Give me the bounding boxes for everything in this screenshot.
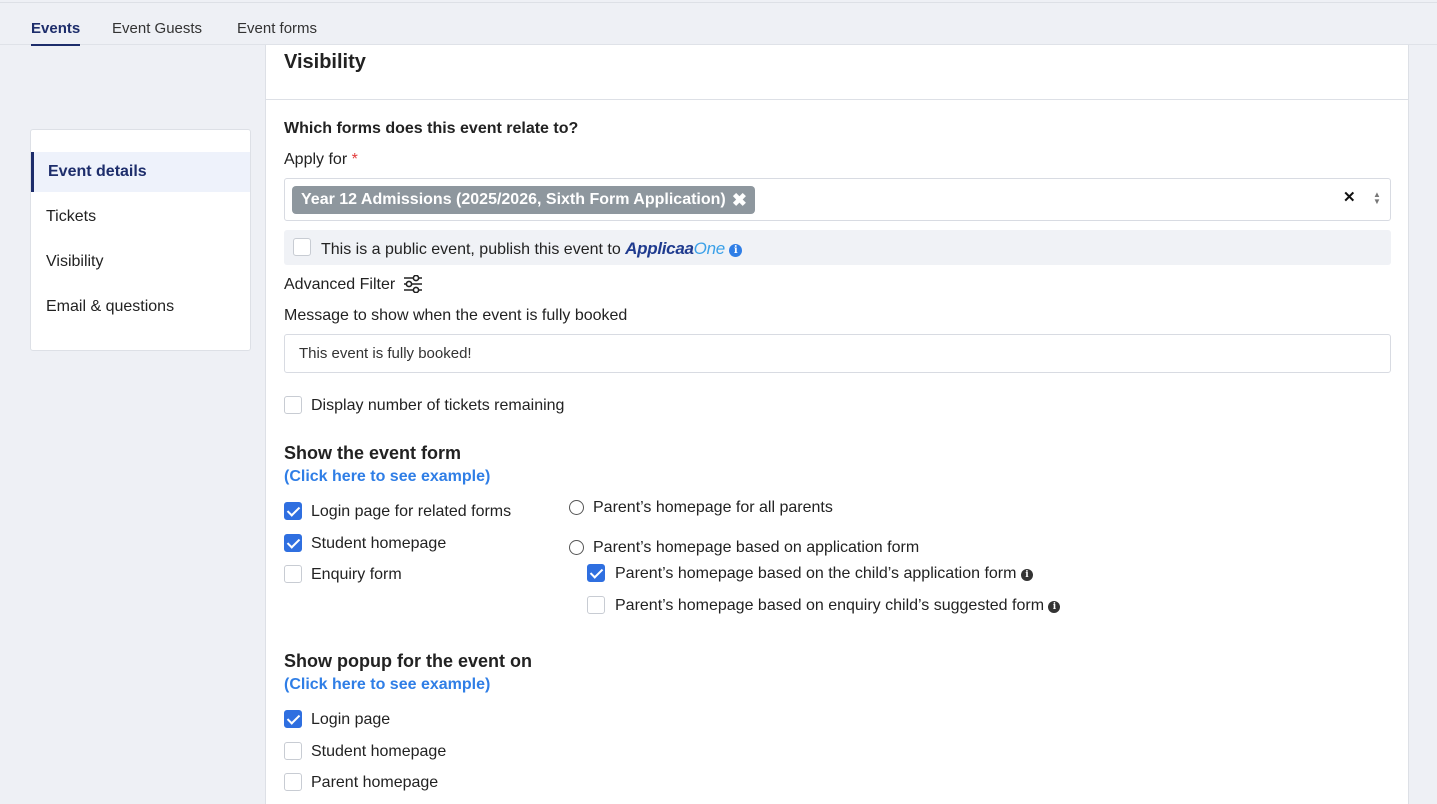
- enquiry-suggested-form-row: Parent’s homepage based on enquiry child…: [615, 597, 1061, 615]
- enquiry-form-label: Enquiry form: [311, 566, 402, 583]
- show-popup-title: Show popup for the event on: [284, 651, 532, 671]
- apply-for-label: Apply for *: [284, 151, 358, 169]
- panel-header: Visibility: [266, 45, 1408, 100]
- parents-by-form-radio[interactable]: [569, 540, 584, 555]
- apply-for-text: Apply for: [284, 151, 348, 168]
- show-event-form-title: Show the event form: [284, 443, 462, 463]
- info-icon[interactable]: i: [729, 244, 743, 257]
- nav-item-tickets[interactable]: Tickets: [31, 197, 250, 237]
- required-mark: *: [351, 151, 358, 168]
- fully-booked-message-input[interactable]: This event is fully booked!: [284, 334, 1391, 373]
- sliders-icon[interactable]: [403, 275, 423, 293]
- popup-parent-homepage-label: Parent homepage: [311, 774, 439, 791]
- visibility-panel: Visibility Which forms does this event r…: [265, 45, 1409, 804]
- popup-student-homepage-label: Student homepage: [311, 743, 447, 760]
- child-application-form-row: Parent’s homepage based on the child’s a…: [615, 565, 1033, 583]
- popup-student-homepage-checkbox[interactable]: [284, 742, 302, 760]
- enquiry-suggested-form-label: Parent’s homepage based on enquiry child…: [615, 597, 1045, 614]
- login-page-related-forms-label: Login page for related forms: [311, 503, 512, 520]
- section-nav: Event details Tickets Visibility Email &…: [30, 129, 251, 351]
- selected-form-label: Year 12 Admissions (2025/2026, Sixth For…: [301, 191, 726, 208]
- tab-events[interactable]: Events: [31, 20, 81, 46]
- nav-item-event-details[interactable]: Event details: [31, 152, 250, 192]
- apply-for-select[interactable]: Year 12 Admissions (2025/2026, Sixth For…: [284, 178, 1391, 221]
- select-arrows-icon[interactable]: ▲ ▼: [1373, 191, 1381, 206]
- event-form-example-link[interactable]: (Click here to see example): [284, 468, 490, 486]
- parents-all-label: Parent’s homepage for all parents: [593, 499, 833, 516]
- applicaa-one-logo: ApplicaaOne: [625, 239, 725, 258]
- parents-by-form-label: Parent’s homepage based on application f…: [593, 539, 920, 556]
- popup-login-page-label: Login page: [311, 711, 391, 728]
- advanced-filter-label: Advanced Filter: [284, 276, 396, 293]
- student-homepage-checkbox[interactable]: [284, 534, 302, 552]
- info-icon[interactable]: i: [1020, 569, 1033, 581]
- nav-item-visibility[interactable]: Visibility: [31, 242, 250, 282]
- public-event-box: This is a public event, publish this eve…: [284, 230, 1391, 265]
- enquiry-suggested-form-checkbox[interactable]: [587, 596, 605, 614]
- nav-item-email-questions[interactable]: Email & questions: [31, 287, 250, 327]
- selected-form-chip: Year 12 Admissions (2025/2026, Sixth For…: [292, 186, 755, 214]
- top-tab-bar: Events Event Guests Event forms: [0, 2, 1437, 46]
- panel-title: Visibility: [284, 51, 366, 73]
- public-event-row: This is a public event, publish this eve…: [321, 239, 743, 259]
- popup-login-page-checkbox[interactable]: [284, 710, 302, 728]
- enquiry-form-checkbox[interactable]: [284, 565, 302, 583]
- popup-example-link[interactable]: (Click here to see example): [284, 676, 490, 694]
- info-icon[interactable]: i: [1048, 601, 1061, 613]
- student-homepage-label: Student homepage: [311, 535, 447, 552]
- display-tickets-checkbox[interactable]: [284, 396, 302, 414]
- public-event-label: This is a public event, publish this eve…: [321, 241, 621, 258]
- remove-chip-icon[interactable]: ✖: [732, 186, 747, 214]
- display-tickets-label: Display number of tickets remaining: [311, 397, 565, 414]
- login-page-related-forms-checkbox[interactable]: [284, 502, 302, 520]
- tab-event-forms[interactable]: Event forms: [237, 20, 317, 37]
- clear-selection-icon[interactable]: ✕: [1343, 188, 1356, 206]
- child-application-form-label: Parent’s homepage based on the child’s a…: [615, 565, 1017, 582]
- public-event-checkbox[interactable]: [293, 238, 311, 256]
- fully-booked-label: Message to show when the event is fully …: [284, 307, 628, 324]
- parents-all-radio[interactable]: [569, 500, 584, 515]
- tab-event-guests[interactable]: Event Guests: [112, 20, 202, 37]
- forms-question: Which forms does this event relate to?: [284, 120, 579, 137]
- child-application-form-checkbox[interactable]: [587, 564, 605, 582]
- popup-parent-homepage-checkbox[interactable]: [284, 773, 302, 791]
